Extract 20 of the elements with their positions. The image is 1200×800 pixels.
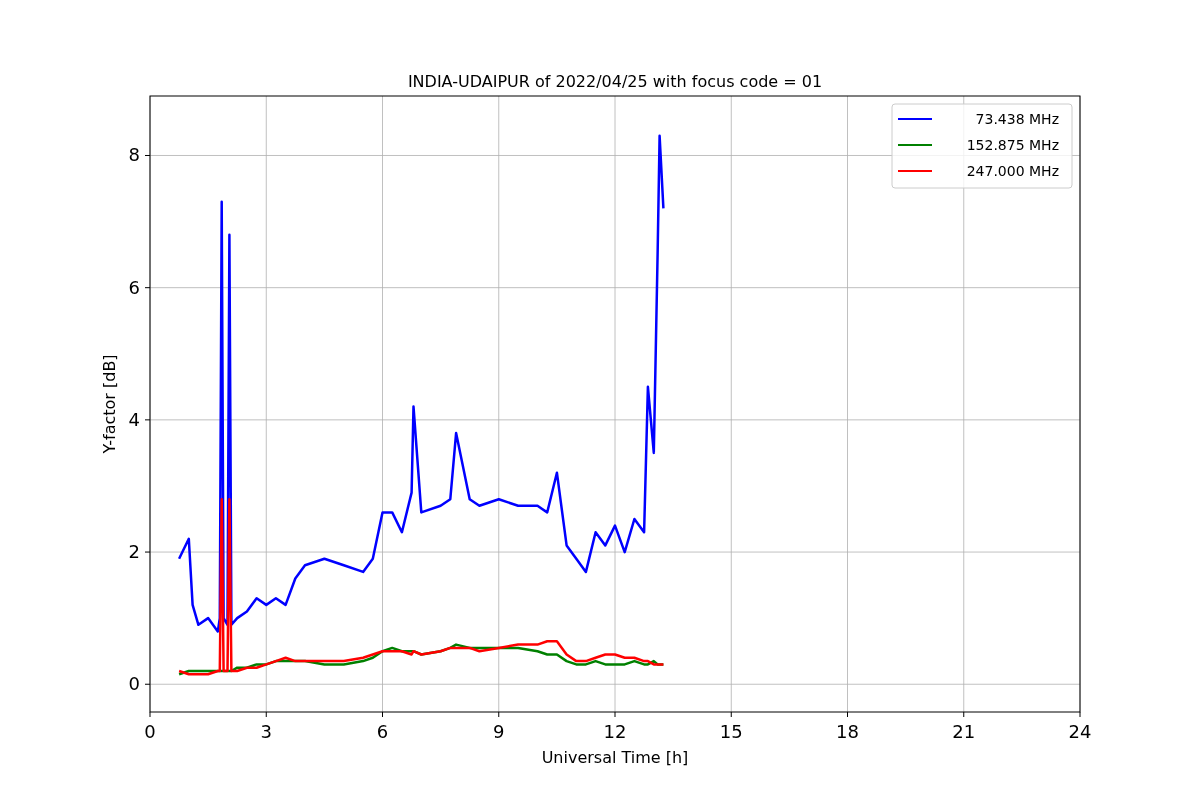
tick-label: 12 [603,721,627,742]
chart-title: INDIA-UDAIPUR of 2022/04/25 with focus code = 01 [407,72,823,91]
tick-label: 6 [128,276,140,298]
tick-label: 24 [1068,721,1092,742]
tick-label: 15 [719,721,743,742]
tick-label: 8 [128,144,140,166]
tick-label: 0 [144,721,156,742]
legend-label: 152.875 MHz [966,137,1059,153]
tick-label: 21 [952,721,976,742]
y-axis-label: Y-factor [dB] [100,354,119,454]
legend-label: 73.438 MHz [975,111,1059,127]
tick-label: 18 [836,721,859,742]
tick-label: 4 [128,408,140,430]
tick-label: 2 [128,541,140,563]
tick-label: 6 [376,721,389,742]
tick-label: 0 [128,673,140,695]
x-axis-label: Universal Time [h] [541,748,689,767]
tick-label: 3 [260,721,272,742]
legend-label: 247.000 MHz [966,163,1059,179]
tick-label: 9 [493,721,505,742]
